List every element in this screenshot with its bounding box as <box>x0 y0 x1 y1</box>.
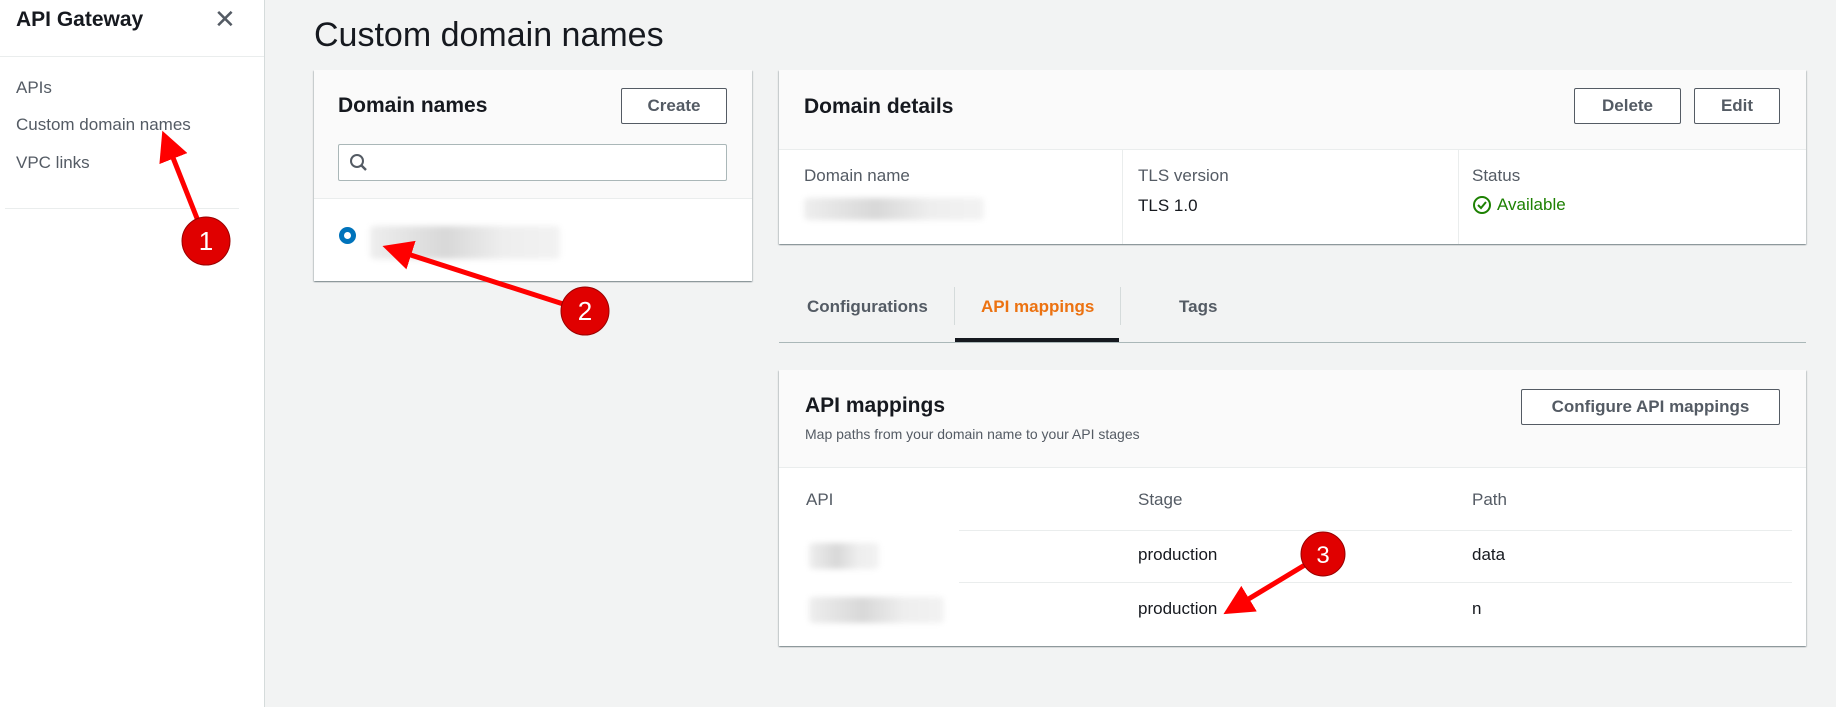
create-button[interactable]: Create <box>621 88 727 124</box>
domain-name-value <box>804 198 984 220</box>
row-divider <box>959 582 1792 583</box>
status-badge: Available <box>1472 195 1566 215</box>
configure-api-mappings-button[interactable]: Configure API mappings <box>1521 389 1780 425</box>
divider <box>1458 150 1459 244</box>
tab-bar-line <box>779 342 1806 343</box>
column-header-api: API <box>806 490 834 509</box>
domain-details-title: Domain details <box>804 95 954 118</box>
page-title: Custom domain names <box>314 16 664 54</box>
path-cell: data <box>1472 545 1506 564</box>
stage-cell: production <box>1138 545 1218 564</box>
path-cell: n <box>1472 599 1482 618</box>
column-header-stage: Stage <box>1138 490 1183 509</box>
column-header-path: Path <box>1472 490 1507 509</box>
active-tab-indicator <box>955 338 1119 342</box>
sidebar: API Gateway ✕ APIs Custom domain names V… <box>0 0 265 707</box>
domain-names-panel: Domain names Create <box>314 70 752 281</box>
tab-separator <box>954 287 955 325</box>
search-input[interactable] <box>338 144 727 181</box>
close-icon[interactable]: ✕ <box>214 4 236 35</box>
divider <box>0 56 264 57</box>
tab-configurations[interactable]: Configurations <box>807 297 928 317</box>
check-circle-icon <box>1473 196 1491 214</box>
svg-text:2: 2 <box>578 296 592 326</box>
api-mappings-panel: API mappings Map paths from your domain … <box>779 370 1806 646</box>
edit-button[interactable]: Edit <box>1694 88 1780 124</box>
tab-tags[interactable]: Tags <box>1179 297 1217 317</box>
api-mappings-subtitle: Map paths from your domain name to your … <box>805 426 1140 442</box>
stage-cell: production <box>1138 599 1218 618</box>
tab-api-mappings[interactable]: API mappings <box>981 297 1094 317</box>
divider <box>1122 150 1123 244</box>
annotation-marker: 2 <box>560 286 610 336</box>
delete-button[interactable]: Delete <box>1574 88 1681 124</box>
sidebar-item-apis[interactable]: APIs <box>16 78 52 98</box>
sidebar-item-custom-domain-names[interactable]: Custom domain names <box>16 115 191 135</box>
domain-name-item[interactable] <box>370 226 560 259</box>
api-name <box>809 597 944 623</box>
tls-version-value: TLS 1.0 <box>1138 196 1198 215</box>
domain-radio[interactable] <box>339 227 356 244</box>
tab-separator <box>1120 287 1121 325</box>
api-name <box>809 543 879 569</box>
domain-details-panel: Domain details Delete Edit Domain name T… <box>779 70 1806 244</box>
sidebar-title: API Gateway <box>16 8 144 31</box>
status-label: Status <box>1472 166 1521 185</box>
search-icon <box>350 154 367 171</box>
api-mappings-title: API mappings <box>805 394 946 417</box>
status-value: Available <box>1497 195 1566 214</box>
divider <box>5 208 239 209</box>
domain-names-title: Domain names <box>338 94 488 117</box>
row-divider <box>959 530 1792 531</box>
tls-version-label: TLS version <box>1138 166 1229 185</box>
sidebar-item-vpc-links[interactable]: VPC links <box>16 153 90 173</box>
domain-name-label: Domain name <box>804 166 910 185</box>
